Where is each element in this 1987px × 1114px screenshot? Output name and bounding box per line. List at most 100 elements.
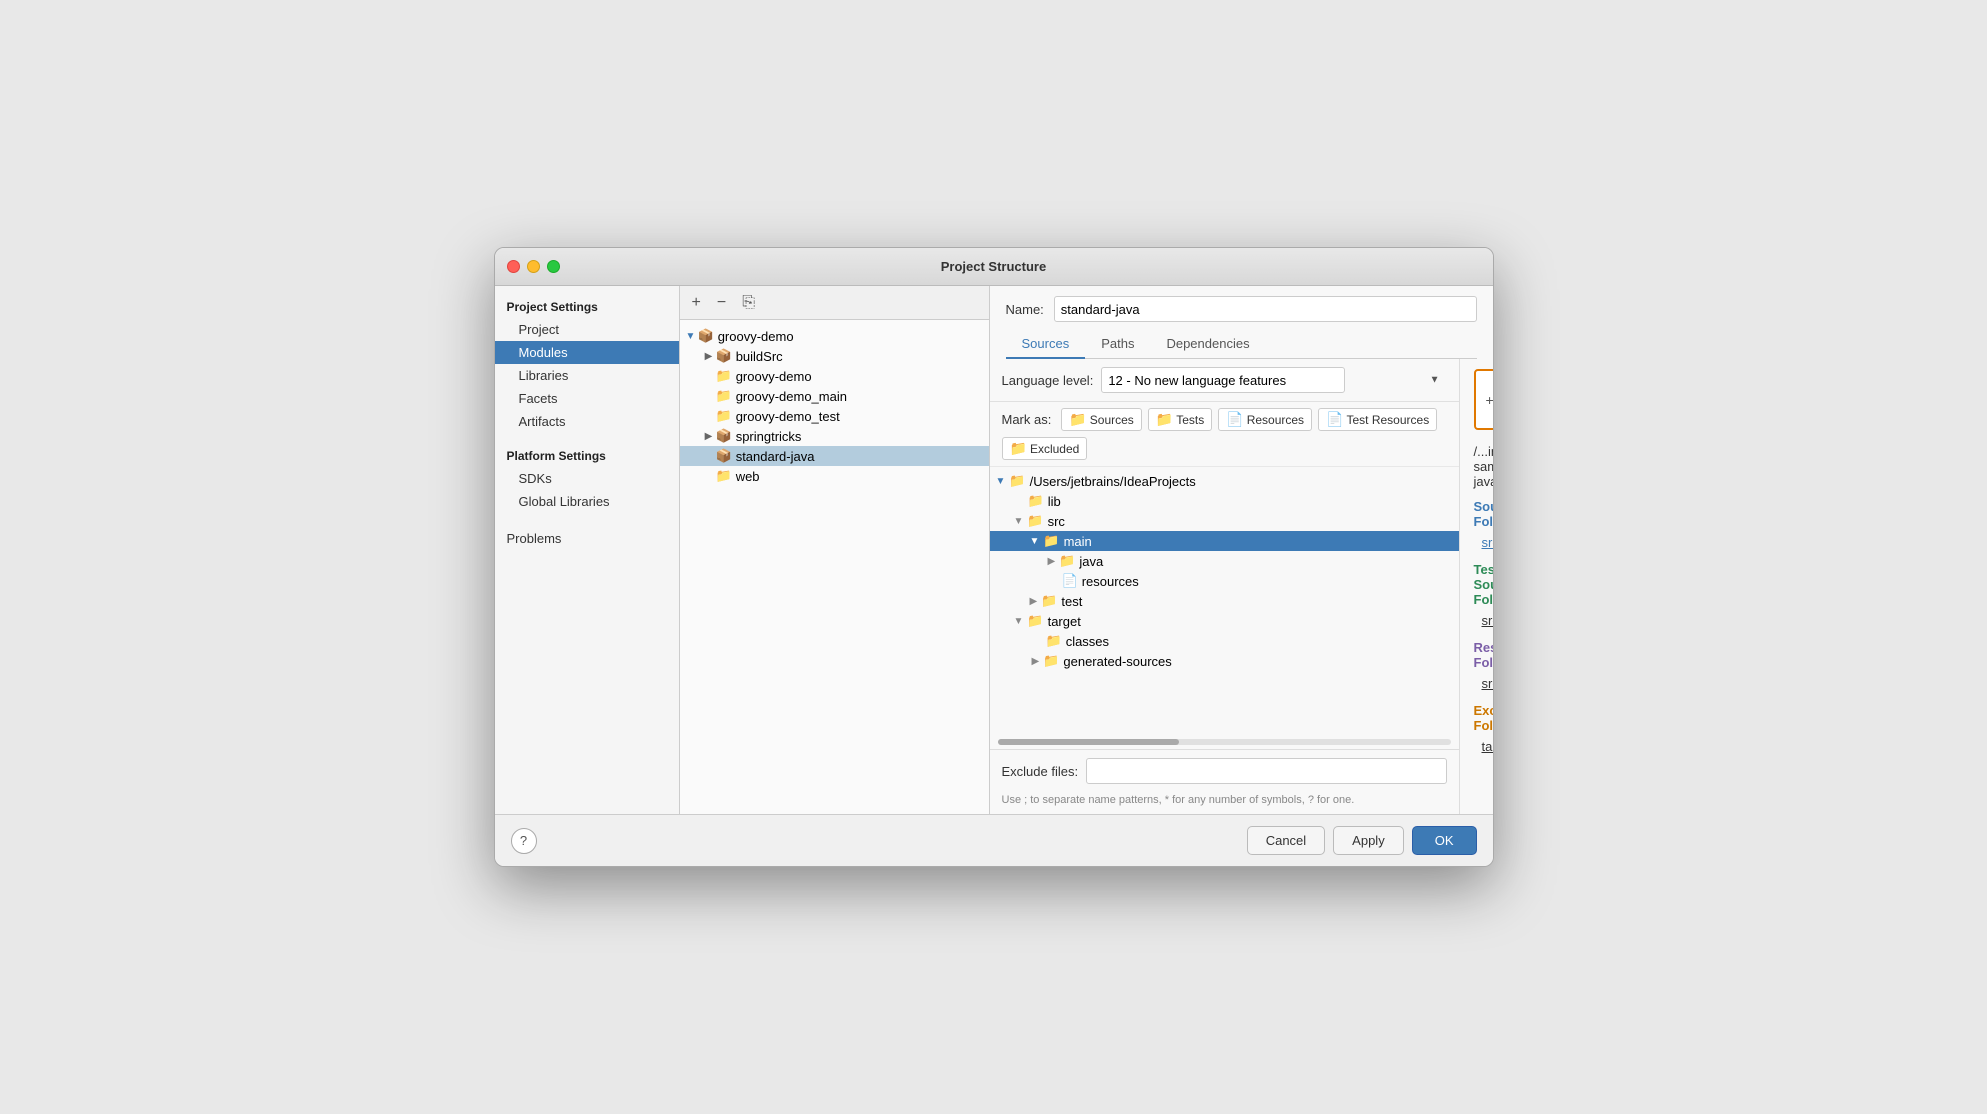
test-source-folders-title: Test Source Folders	[1474, 562, 1479, 607]
tree-node-label: standard-java	[736, 449, 815, 464]
mark-resources-button[interactable]: 📄 Resources	[1218, 408, 1312, 431]
detail-tree-node-resources[interactable]: 📄 resources	[990, 571, 1459, 591]
tab-sources[interactable]: Sources	[1006, 330, 1086, 359]
excluded-folders-title: Excluded Folders	[1474, 703, 1479, 733]
tree-node-standard-java[interactable]: 📦 standard-java	[680, 446, 989, 466]
mark-test-resources-button[interactable]: 📄 Test Resources	[1318, 408, 1437, 431]
tree-node-label: buildSrc	[736, 349, 783, 364]
tree-node-label: /Users/jetbrains/IdeaProjects	[1030, 474, 1196, 489]
detail-tree-node-root[interactable]: ▼ 📁 /Users/jetbrains/IdeaProjects	[990, 471, 1459, 491]
tree-arrow-icon: ▼	[1030, 536, 1040, 547]
help-button[interactable]: ?	[511, 828, 537, 854]
detail-tree-node-main[interactable]: ▼ 📁 main	[990, 531, 1459, 551]
detail-panel: Name: Sources Paths Dependencies Languag…	[990, 286, 1493, 814]
sidebar-item-sdks[interactable]: SDKs	[495, 467, 679, 490]
folder-icon: 📁	[1027, 613, 1043, 629]
platform-settings-heading: Platform Settings	[495, 443, 679, 467]
mark-excluded-button[interactable]: 📁 Excluded	[1002, 437, 1088, 460]
tree-arrow-icon: ▼	[1014, 516, 1024, 527]
detail-tree-node-generated-sources[interactable]: ▶ 📁 generated-sources	[990, 651, 1459, 671]
exclude-files-input[interactable]	[1086, 758, 1446, 784]
sidebar-item-project[interactable]: Project	[495, 318, 679, 341]
ok-button[interactable]: OK	[1412, 826, 1477, 855]
sidebar-item-artifacts[interactable]: Artifacts	[495, 410, 679, 433]
resource-folders-section: Resource Folders src/main/resources ✏ ✕	[1474, 640, 1479, 693]
mark-sources-label: Sources	[1090, 413, 1134, 427]
tree-node-buildsrc[interactable]: ▶ 📦 buildSrc	[680, 346, 989, 366]
detail-tree-node-test[interactable]: ▶ 📁 test	[990, 591, 1459, 611]
tree-node-label: test	[1061, 594, 1082, 609]
tree-node-label: resources	[1082, 574, 1139, 589]
test-source-folders-section: Test Source Folders src/test ✏ ✕	[1474, 562, 1479, 630]
close-button[interactable]	[507, 260, 520, 273]
tree-node-web[interactable]: 📁 web	[680, 466, 989, 486]
source-folders-section: Source Folders src/main/java ✏ ✕	[1474, 499, 1479, 552]
tree-arrow-icon: ▼	[996, 476, 1006, 487]
sources-left-panel: Language level: 12 - No new language fea…	[990, 359, 1460, 814]
tab-paths[interactable]: Paths	[1085, 330, 1150, 359]
module-icon: 📦	[716, 448, 732, 464]
language-level-select[interactable]: 12 - No new language features 11 - Local…	[1101, 367, 1345, 393]
name-row: Name:	[1006, 296, 1477, 322]
content-root-item: /...intellij-samples/standard-java ✕	[1474, 440, 1479, 493]
language-level-label: Language level:	[1002, 373, 1094, 388]
minimize-button[interactable]	[527, 260, 540, 273]
sidebar-item-facets[interactable]: Facets	[495, 387, 679, 410]
excluded-icon: 📁	[1010, 440, 1027, 457]
mark-tests-button[interactable]: 📁 Tests	[1148, 408, 1212, 431]
tree-node-groovy-demo[interactable]: 📁 groovy-demo	[680, 366, 989, 386]
sidebar-item-problems[interactable]: Problems	[495, 527, 679, 550]
tree-node-groovy-demo-root[interactable]: ▼ 📦 groovy-demo	[680, 326, 989, 346]
tree-arrow: ▼	[684, 331, 698, 342]
module-icon: 📦	[716, 428, 732, 444]
remove-module-button[interactable]: −	[713, 293, 730, 313]
add-content-root-button[interactable]: + Add Content Root	[1474, 369, 1493, 430]
tree-node-label: src	[1048, 514, 1065, 529]
excluded-folder-path: target	[1482, 739, 1493, 754]
test-source-folder-path: src/test	[1482, 613, 1493, 628]
module-name-input[interactable]	[1054, 296, 1477, 322]
sidebar-item-modules[interactable]: Modules	[495, 341, 679, 364]
tree-node-label: lib	[1048, 494, 1061, 509]
tree-node-label: generated-sources	[1063, 654, 1171, 669]
maximize-button[interactable]	[547, 260, 560, 273]
detail-tree-node-lib[interactable]: 📁 lib	[990, 491, 1459, 511]
detail-tree-node-classes[interactable]: 📁 classes	[990, 631, 1459, 651]
tree-toolbar: + − ⎘	[680, 286, 989, 320]
mark-sources-button[interactable]: 📁 Sources	[1061, 408, 1141, 431]
tab-dependencies[interactable]: Dependencies	[1150, 330, 1265, 359]
plus-icon: +	[1486, 392, 1493, 408]
copy-module-button[interactable]: ⎘	[738, 293, 759, 313]
tree-node-label: main	[1064, 534, 1092, 549]
sidebar-item-global-libraries[interactable]: Global Libraries	[495, 490, 679, 513]
tree-arrow: ▶	[702, 431, 716, 442]
tree-arrow-icon: ▶	[1032, 656, 1040, 667]
detail-header: Name: Sources Paths Dependencies	[990, 286, 1493, 359]
tabs-row: Sources Paths Dependencies	[1006, 330, 1477, 359]
detail-tree-node-target[interactable]: ▼ 📁 target	[990, 611, 1459, 631]
folder-icon: 📁	[716, 368, 732, 384]
tree-arrow-icon: ▶	[1030, 596, 1038, 607]
detail-tree-node-src[interactable]: ▼ 📁 src	[990, 511, 1459, 531]
tree-arrow-icon: ▼	[1014, 616, 1024, 627]
detail-tree-node-java[interactable]: ▶ 📁 java	[990, 551, 1459, 571]
cancel-button[interactable]: Cancel	[1247, 826, 1325, 855]
folder-icon: 📁	[716, 388, 732, 404]
tree-node-groovy-demo-main[interactable]: 📁 groovy-demo_main	[680, 386, 989, 406]
tree-node-label: groovy-demo_test	[736, 409, 840, 424]
apply-button[interactable]: Apply	[1333, 826, 1404, 855]
add-module-button[interactable]: +	[688, 293, 705, 313]
tree-node-groovy-demo-test[interactable]: 📁 groovy-demo_test	[680, 406, 989, 426]
folder-icon: 📁	[1009, 473, 1025, 489]
mark-as-row: Mark as: 📁 Sources 📁 Tests 📄 Resources	[990, 402, 1459, 467]
test-resources-icon: 📄	[1326, 411, 1343, 428]
sidebar-item-libraries[interactable]: Libraries	[495, 364, 679, 387]
tree-node-label: target	[1048, 614, 1081, 629]
resources-icon: 📄	[1226, 411, 1243, 428]
scrollbar-thumb	[998, 739, 1179, 745]
sources-icon: 📁	[1069, 411, 1086, 428]
tree-node-springtricks[interactable]: ▶ 📦 springtricks	[680, 426, 989, 446]
horizontal-scrollbar[interactable]	[998, 739, 1451, 745]
tests-icon: 📁	[1156, 411, 1173, 428]
tree-node-label: web	[736, 469, 760, 484]
